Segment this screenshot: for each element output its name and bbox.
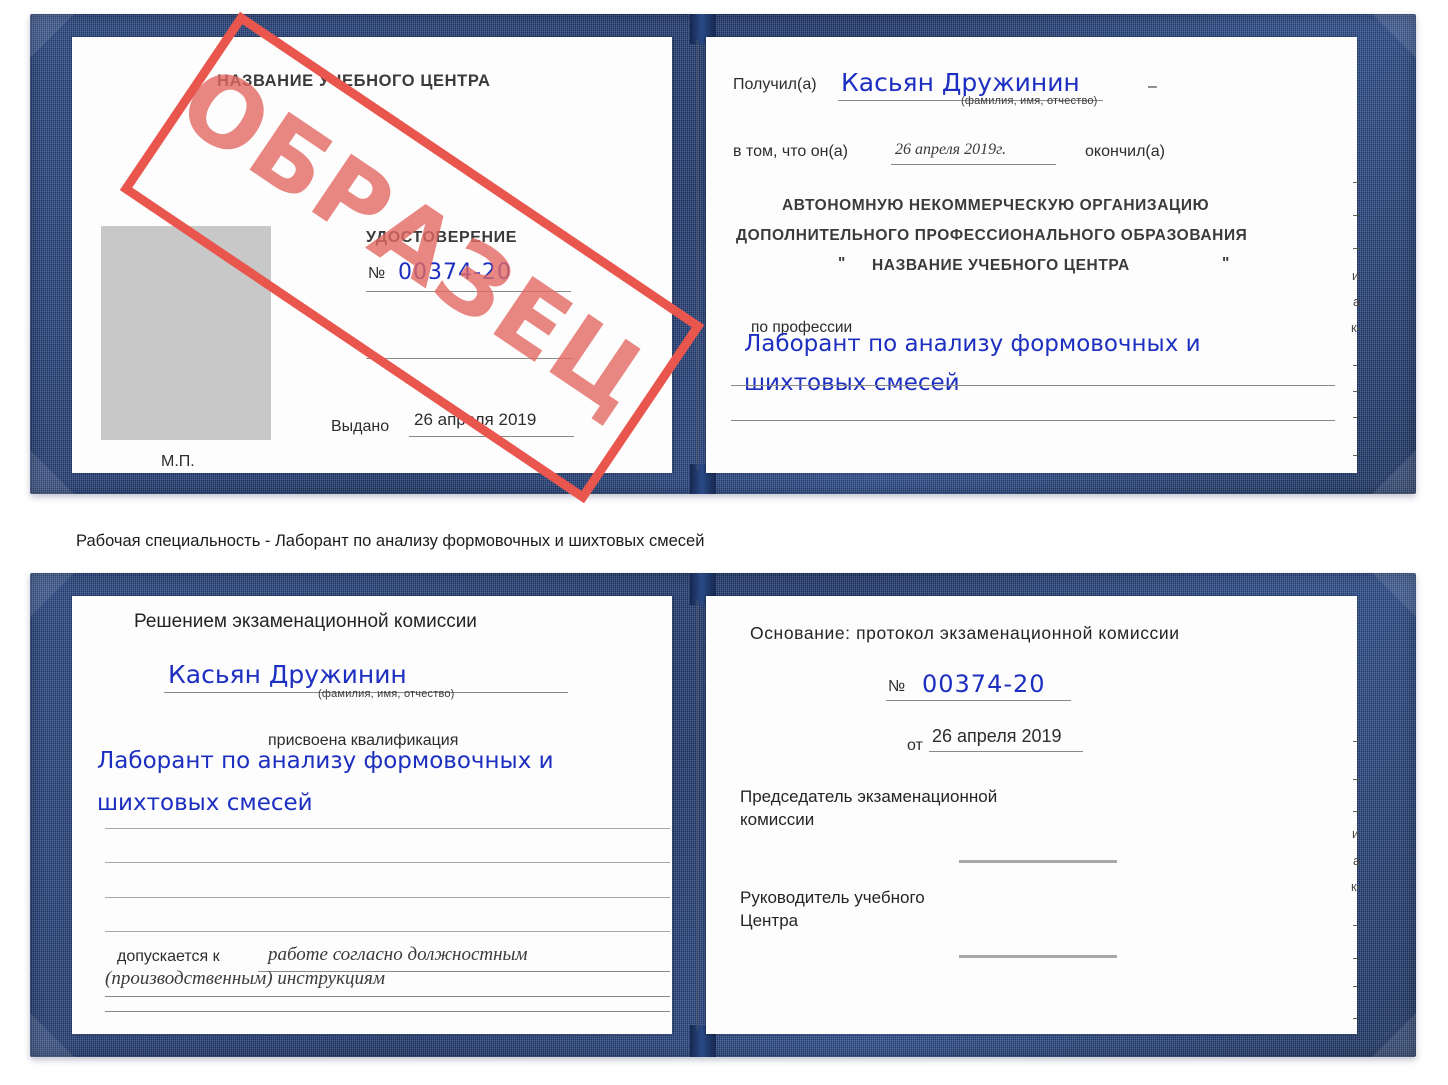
received-label: Получил(а) xyxy=(733,76,817,93)
profession-value-line-1: Лаборант по анализу формовочных и xyxy=(744,331,1201,357)
blank-rule-top-left-1 xyxy=(366,358,573,359)
chairman-signature-rule xyxy=(959,860,1117,863)
page-caption: Рабочая специальность - Лаборант по анал… xyxy=(76,532,705,550)
qualification-rule-4 xyxy=(105,931,670,932)
chairman-label-line-2: комиссии xyxy=(740,810,815,829)
bleed-fragment-top-7: – xyxy=(1353,357,1361,372)
received-dash-mark: – xyxy=(1148,78,1157,95)
issued-label: Выдано xyxy=(331,418,390,435)
admitted-rule-3 xyxy=(105,1011,670,1012)
organization-line-3: НАЗВАНИЕ УЧЕБНОГО ЦЕНТРА xyxy=(872,257,1130,274)
bleed-fragment-top-10: – xyxy=(1353,447,1361,462)
bleed-fragment-bottom-10: – xyxy=(1353,1010,1361,1025)
certificate-number-rule-top xyxy=(366,291,571,292)
bleed-fragment-bottom-1: – xyxy=(1353,733,1361,748)
issued-rule xyxy=(409,436,574,437)
finished-label: окончил(а) xyxy=(1085,143,1165,160)
chairman-label-line-1: Председатель экзаменационной xyxy=(740,787,998,806)
head-of-center-label-line-1: Руководитель учебного xyxy=(740,888,925,907)
cover-corner-miter-bottom-cert-top-left xyxy=(30,573,74,617)
organization-quote-open: " xyxy=(838,255,846,272)
certificate-sample-image: НАЗВАНИЕ УЧЕБНОГО ЦЕНТРА УДОСТОВЕРЕНИЕ №… xyxy=(0,0,1448,1085)
organization-line-1: АВТОНОМНУЮ НЕКОММЕРЧЕСКУЮ ОРГАНИЗАЦИЮ xyxy=(782,197,1210,214)
in-that-label: в том, что он(а) xyxy=(733,143,848,160)
admitted-value-line-2: (производственным) инструкциям xyxy=(105,968,385,989)
certificate-number-value-top: 00374-20 xyxy=(398,260,512,285)
seal-place-label: М.П. xyxy=(161,453,195,470)
bleed-fragment-top-5: а xyxy=(1353,294,1361,309)
document-title-udostoverenie: УДОСТОВЕРЕНИЕ xyxy=(366,229,518,246)
qualification-rule-3 xyxy=(105,897,670,898)
admitted-rule-2 xyxy=(105,996,670,997)
received-name-value: Касьян Дружинин xyxy=(841,68,1080,97)
issued-date-value: 26 апреля 2019 xyxy=(414,410,537,429)
cover-corner-miter-top-right xyxy=(1372,14,1416,58)
certificate-number-label-top: № xyxy=(368,265,386,282)
bleed-fragment-bottom-8: – xyxy=(1353,950,1361,965)
qualification-rule-1 xyxy=(105,828,670,829)
bleed-fragment-top-8: – xyxy=(1353,383,1361,398)
head-of-center-label-line-2: Центра xyxy=(740,911,799,930)
protocol-number-rule xyxy=(886,700,1071,701)
cover-corner-miter-bottom-cert-top-right xyxy=(1372,573,1416,617)
protocol-number-label: № xyxy=(888,678,906,695)
certificate-top-gutter xyxy=(696,40,699,470)
admitted-value-line-1: работе согласно должностным xyxy=(268,944,528,965)
qualification-value-line-1: Лаборант по анализу формовочных и xyxy=(97,748,554,774)
bleed-fragment-bottom-9: – xyxy=(1353,978,1361,993)
bleed-fragment-bottom-4: и xyxy=(1352,826,1360,841)
qualified-person-name-hint: (фамилия, имя, отчество) xyxy=(318,688,455,700)
bleed-fragment-top-1: – xyxy=(1353,174,1361,189)
photo-placeholder xyxy=(101,226,271,440)
cover-corner-miter-bottom-left xyxy=(30,450,74,494)
bleed-fragment-bottom-2: – xyxy=(1353,771,1361,786)
bleed-fragment-bottom-3: – xyxy=(1353,803,1361,818)
decision-label: Решением экзаменационной комиссии xyxy=(134,611,477,632)
bleed-fragment-bottom-7: – xyxy=(1353,917,1361,932)
basis-protocol-label: Основание: протокол экзаменационной коми… xyxy=(750,623,1180,643)
qualification-value-line-2: шихтовых смесей xyxy=(97,790,313,816)
received-name-hint: (фамилия, имя, отчество) xyxy=(961,95,1098,107)
protocol-number-value: 00374-20 xyxy=(922,670,1046,698)
protocol-date-label: от xyxy=(907,737,923,754)
certificate-bottom-gutter xyxy=(696,600,699,1030)
completion-date-value: 26 апреля 2019г. xyxy=(895,141,1007,158)
bleed-fragment-top-6: к- xyxy=(1351,320,1362,335)
cover-corner-miter-top-left xyxy=(30,14,74,58)
bleed-fragment-top-2: – xyxy=(1353,207,1361,222)
profession-value-line-2: шихтовых смесей xyxy=(744,370,960,396)
qualification-rule-2 xyxy=(105,862,670,863)
cover-corner-miter-bottom-cert-bottom-left xyxy=(30,1013,74,1057)
organization-quote-close: " xyxy=(1222,255,1230,272)
admitted-label: допускается к xyxy=(117,948,220,965)
bleed-fragment-top-3: – xyxy=(1353,240,1361,255)
bleed-fragment-top-4: и xyxy=(1352,268,1360,283)
bleed-fragment-top-9: – xyxy=(1353,409,1361,424)
protocol-date-rule xyxy=(929,751,1083,752)
training-center-name-top: НАЗВАНИЕ УЧЕБНОГО ЦЕНТРА xyxy=(217,72,491,90)
completion-date-rule xyxy=(891,164,1056,165)
bleed-fragment-bottom-6: к- xyxy=(1351,879,1362,894)
head-of-center-signature-rule xyxy=(959,955,1117,958)
profession-rule-2 xyxy=(731,420,1335,421)
organization-line-2: ДОПОЛНИТЕЛЬНОГО ПРОФЕССИОНАЛЬНОГО ОБРАЗО… xyxy=(736,227,1248,244)
profession-rule-1 xyxy=(731,385,1335,386)
protocol-date-value: 26 апреля 2019 xyxy=(932,726,1062,746)
cover-corner-miter-bottom-cert-bottom-right xyxy=(1372,1013,1416,1057)
cover-corner-miter-bottom-right xyxy=(1372,450,1416,494)
bleed-fragment-bottom-5: а xyxy=(1353,853,1361,868)
qualified-person-name: Касьян Дружинин xyxy=(168,660,407,689)
